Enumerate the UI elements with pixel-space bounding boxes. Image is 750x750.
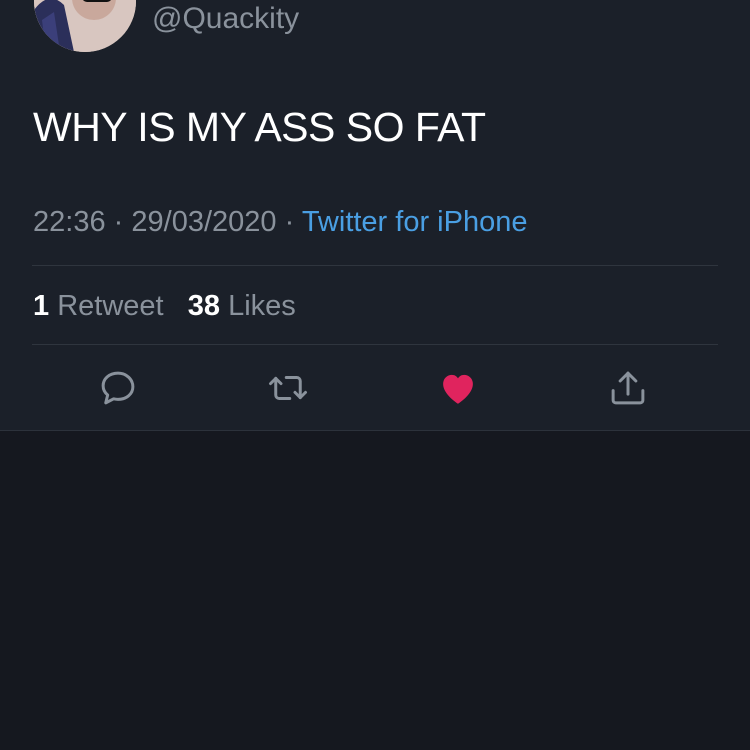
tweet-card: @Quackity WHY IS MY ASS SO FAT 22:36 · 2… <box>0 0 750 431</box>
tweet-source-link[interactable]: Twitter for iPhone <box>302 206 528 238</box>
like-button[interactable] <box>436 366 480 410</box>
meta-separator: · <box>113 206 124 238</box>
retweet-button[interactable] <box>266 366 310 410</box>
tweet-meta: 22:36 · 29/03/2020 · Twitter for iPhone <box>33 203 527 241</box>
tweet-text: WHY IS MY ASS SO FAT <box>33 104 486 150</box>
tweet-time: 22:36 <box>33 206 106 238</box>
likes-stat[interactable]: 38 Likes <box>188 290 296 322</box>
avatar-image <box>34 0 136 52</box>
tweet-stats: 1 Retweet 38 Likes <box>33 287 296 325</box>
tweet-date: 29/03/2020 <box>131 206 277 238</box>
retweets-count: 1 <box>33 290 50 322</box>
reply-button[interactable] <box>96 366 140 410</box>
avatar[interactable] <box>34 0 136 52</box>
retweets-label: Retweet <box>57 290 164 322</box>
likes-label: Likes <box>228 290 296 322</box>
share-icon <box>611 371 645 405</box>
heart-icon <box>443 374 473 404</box>
divider <box>32 344 718 345</box>
user-handle[interactable]: @Quackity <box>152 0 299 38</box>
divider <box>32 265 718 266</box>
meta-separator: · <box>284 206 295 238</box>
likes-count: 38 <box>187 290 221 322</box>
reply-icon <box>101 371 135 405</box>
retweet-icon <box>269 376 307 400</box>
retweets-stat[interactable]: 1 Retweet <box>33 290 164 322</box>
share-button[interactable] <box>606 366 650 410</box>
